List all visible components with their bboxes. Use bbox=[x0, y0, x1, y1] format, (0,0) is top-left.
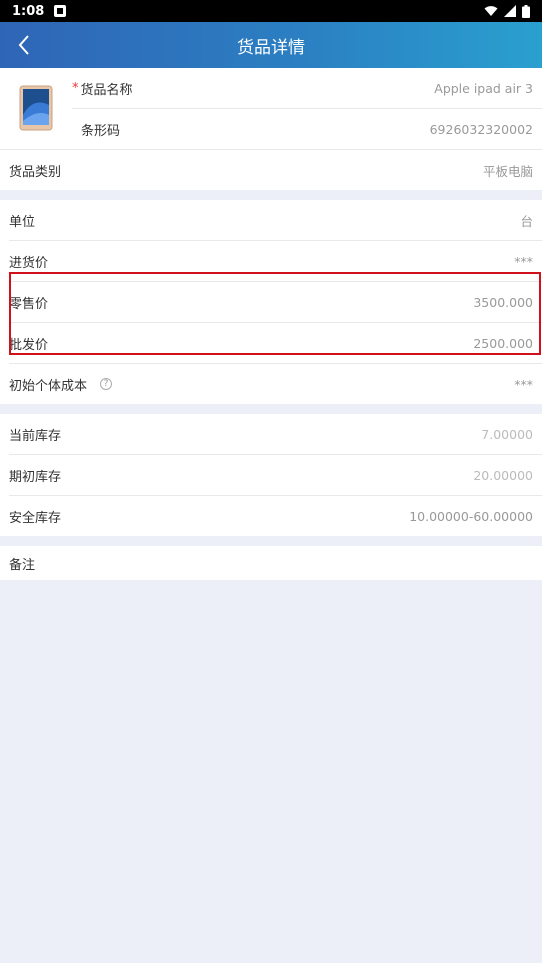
safety-stock-value: 10.00000-60.00000 bbox=[409, 508, 533, 524]
help-icon[interactable]: ? bbox=[100, 378, 113, 390]
initial-cost-row: 初始个体成本 ? *** bbox=[0, 364, 542, 404]
retail-price-row: 零售价 3500.000 bbox=[0, 282, 542, 322]
purchase-price-value: *** bbox=[514, 253, 533, 269]
notes-row[interactable]: 备注 bbox=[0, 546, 542, 580]
status-bar: 1:08 bbox=[0, 0, 542, 22]
notification-icon bbox=[54, 5, 67, 17]
safety-stock-label: 安全库存 bbox=[9, 510, 62, 526]
initial-stock-value: 20.00000 bbox=[473, 467, 533, 483]
back-button[interactable] bbox=[12, 32, 36, 58]
pricing-section: 单位 台 进货价 *** 零售价 3500.000 批发价 2500.000 初… bbox=[0, 200, 542, 404]
product-name-label: 货品名称 bbox=[80, 82, 133, 98]
unit-value: 台 bbox=[520, 213, 533, 229]
product-name-value: Apple ipad air 3 bbox=[434, 80, 533, 96]
initial-stock-label: 期初库存 bbox=[9, 469, 62, 485]
retail-price-value: 3500.000 bbox=[473, 294, 533, 310]
tablet-icon bbox=[19, 85, 53, 131]
chevron-left-icon bbox=[18, 35, 29, 55]
current-stock-label: 当前库存 bbox=[9, 428, 62, 444]
barcode-value: 6926032320002 bbox=[429, 121, 533, 137]
initial-cost-value: *** bbox=[514, 376, 533, 392]
unit-label: 单位 bbox=[9, 214, 36, 230]
header-bar: 货品详情 bbox=[0, 22, 542, 68]
initial-cost-label: 初始个体成本 bbox=[9, 378, 88, 394]
page-title: 货品详情 bbox=[237, 37, 305, 58]
category-value: 平板电脑 bbox=[482, 163, 533, 179]
current-stock-row: 当前库存 7.00000 bbox=[0, 414, 542, 454]
notes-section: 备注 bbox=[0, 546, 542, 580]
product-info-section: * 货品名称 Apple ipad air 3 条形码 692603232000… bbox=[0, 68, 542, 190]
wholesale-price-row: 批发价 2500.000 bbox=[0, 323, 542, 363]
barcode-label: 条形码 bbox=[81, 123, 121, 139]
notes-label: 备注 bbox=[9, 557, 36, 573]
current-stock-value: 7.00000 bbox=[481, 426, 533, 442]
barcode-row: 条形码 6926032320002 bbox=[72, 109, 542, 149]
purchase-price-label: 进货价 bbox=[9, 255, 49, 271]
purchase-price-row: 进货价 *** bbox=[0, 241, 542, 281]
product-name-row: * 货品名称 Apple ipad air 3 bbox=[72, 68, 542, 108]
category-row: 货品类别 平板电脑 bbox=[0, 150, 542, 190]
signal-icon bbox=[504, 5, 516, 17]
initial-stock-row: 期初库存 20.00000 bbox=[0, 455, 542, 495]
stock-section: 当前库存 7.00000 期初库存 20.00000 安全库存 10.00000… bbox=[0, 414, 542, 536]
product-image bbox=[0, 68, 72, 148]
wifi-icon bbox=[484, 6, 498, 16]
battery-icon bbox=[522, 4, 530, 18]
safety-stock-row: 安全库存 10.00000-60.00000 bbox=[0, 496, 542, 536]
wholesale-price-label: 批发价 bbox=[9, 337, 49, 353]
category-label: 货品类别 bbox=[9, 164, 62, 180]
wholesale-price-value: 2500.000 bbox=[473, 335, 533, 351]
status-time: 1:08 bbox=[12, 3, 45, 19]
required-marker: * bbox=[72, 80, 79, 96]
unit-row: 单位 台 bbox=[0, 200, 542, 240]
retail-price-label: 零售价 bbox=[9, 296, 49, 312]
